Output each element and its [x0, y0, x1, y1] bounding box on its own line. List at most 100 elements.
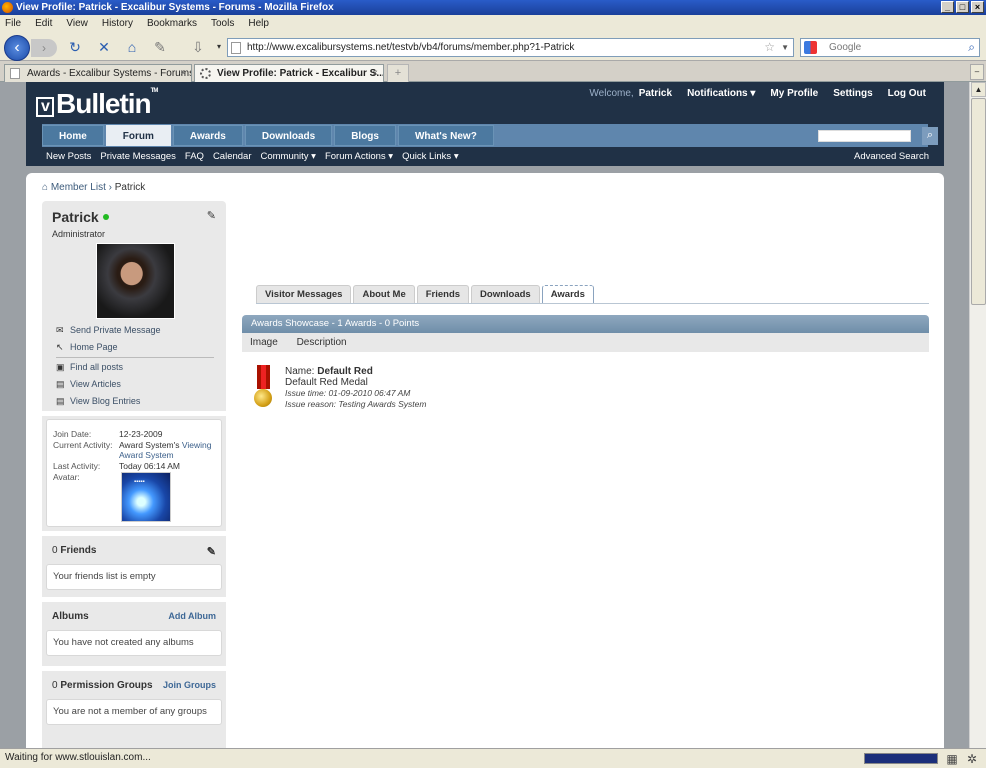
- addon-icon[interactable]: ✎: [152, 39, 168, 55]
- profile-tabs: Visitor Messages About Me Friends Downlo…: [256, 285, 594, 304]
- profile-name: Patrick: [52, 209, 99, 225]
- gear-icon[interactable]: ✲: [964, 750, 980, 766]
- menu-file[interactable]: File: [5, 15, 21, 32]
- bookmark-star-icon[interactable]: ☆: [764, 39, 775, 56]
- navtab-downloads[interactable]: Downloads: [244, 125, 333, 146]
- my-profile-link[interactable]: My Profile: [770, 88, 818, 99]
- tab-visitor-messages[interactable]: Visitor Messages: [256, 285, 352, 304]
- navtab-home[interactable]: Home: [42, 125, 104, 146]
- menu-view[interactable]: View: [66, 15, 88, 32]
- edit-pencil-icon[interactable]: ✎: [207, 545, 216, 558]
- tab-strip: Awards - Excalibur Systems - Forums - ..…: [0, 62, 986, 82]
- forward-button[interactable]: ›: [31, 39, 57, 57]
- blog-icon: ▤: [56, 396, 65, 406]
- tab-downloads[interactable]: Downloads: [471, 285, 540, 304]
- quick-links-menu[interactable]: Quick Links ▾: [402, 147, 459, 166]
- back-button[interactable]: ‹: [4, 35, 30, 61]
- url-bar[interactable]: http://www.excalibursystems.net/testvb/v…: [227, 38, 794, 57]
- award-description: Default Red Medal: [285, 377, 368, 388]
- divider: [42, 411, 226, 416]
- profile-card: Patrick ✎ Administrator ✉ Send Private Me…: [42, 201, 226, 411]
- view-articles-link[interactable]: ▤ View Articles: [56, 376, 214, 393]
- search-icon[interactable]: ⌕: [968, 39, 975, 56]
- column-image: Image: [250, 337, 278, 348]
- tab-friends[interactable]: Friends: [416, 285, 470, 304]
- forum-search-input[interactable]: [818, 130, 911, 142]
- albums-empty-message: You have not created any albums: [46, 630, 222, 656]
- albums-section: Albums Add Album You have not created an…: [42, 602, 226, 664]
- download-icon[interactable]: ⇩: [190, 39, 206, 55]
- tab-close-icon[interactable]: ×: [372, 65, 378, 82]
- forum-actions-menu[interactable]: Forum Actions ▾: [325, 147, 393, 166]
- browser-tab-profile[interactable]: View Profile: Patrick - Excalibur S... ×: [194, 64, 384, 82]
- add-album-link[interactable]: Add Album: [168, 611, 216, 621]
- tab-close-icon[interactable]: ×: [180, 65, 186, 82]
- url-dropdown-icon[interactable]: ▼: [781, 39, 789, 56]
- forum-header: v BulletinTM Welcome, Patrick Notificatio…: [26, 82, 944, 166]
- private-messages-link[interactable]: Private Messages: [100, 147, 176, 166]
- edit-pencil-icon[interactable]: ✎: [207, 209, 216, 222]
- navtab-blogs[interactable]: Blogs: [334, 125, 396, 146]
- addon-status-icon[interactable]: ▦: [944, 750, 960, 766]
- menu-bookmarks[interactable]: Bookmarks: [147, 15, 197, 32]
- calendar-link[interactable]: Calendar: [213, 147, 252, 166]
- send-private-message-link[interactable]: ✉ Send Private Message: [56, 322, 214, 339]
- search-box[interactable]: Google ⌕: [800, 38, 980, 57]
- welcome-text: Welcome,: [589, 88, 634, 99]
- menu-bar: File Edit View History Bookmarks Tools H…: [0, 15, 986, 32]
- tab-about-me[interactable]: About Me: [353, 285, 415, 304]
- navtab-whats-new[interactable]: What's New?: [397, 125, 494, 146]
- award-issue-reason: Issue reason: Testing Awards System: [285, 399, 427, 409]
- groups-count: 0: [52, 680, 58, 691]
- forum-search-icon[interactable]: ⌕: [922, 127, 938, 145]
- notifications-link[interactable]: Notifications ▾: [687, 88, 755, 99]
- navtab-awards[interactable]: Awards: [172, 125, 243, 146]
- settings-link[interactable]: Settings: [833, 88, 872, 99]
- breadcrumb-member-list[interactable]: Member List: [51, 182, 106, 193]
- page-icon: [231, 42, 241, 54]
- current-activity-text: Award System's: [119, 440, 180, 450]
- username-link[interactable]: Patrick: [639, 88, 672, 99]
- vertical-scrollbar[interactable]: ▲: [969, 82, 986, 748]
- menu-tools[interactable]: Tools: [211, 15, 234, 32]
- close-button[interactable]: ×: [971, 1, 984, 13]
- profile-picture: [96, 243, 175, 319]
- browser-tab-awards[interactable]: Awards - Excalibur Systems - Forums - ..…: [4, 64, 192, 82]
- logout-link[interactable]: Log Out: [888, 88, 926, 99]
- tab-label: View Profile: Patrick - Excalibur S...: [217, 68, 384, 79]
- google-icon[interactable]: [804, 41, 817, 54]
- join-groups-link[interactable]: Join Groups: [163, 680, 216, 690]
- friends-heading: Friends: [60, 545, 97, 556]
- community-menu[interactable]: Community ▾: [261, 147, 316, 166]
- menu-history[interactable]: History: [102, 15, 133, 32]
- posts-icon: ▣: [56, 362, 65, 372]
- awards-showcase-header: Awards Showcase - 1 Awards - 0 Points: [242, 315, 929, 333]
- home-page-link[interactable]: ↖ Home Page: [56, 339, 214, 356]
- menu-help[interactable]: Help: [248, 15, 269, 32]
- faq-link[interactable]: FAQ: [185, 147, 204, 166]
- scroll-up-icon[interactable]: ▲: [971, 82, 986, 97]
- view-blog-entries-link[interactable]: ▤ View Blog Entries: [56, 393, 214, 410]
- link-label: View Articles: [70, 379, 121, 389]
- dropdown-icon[interactable]: ▾: [211, 39, 227, 55]
- menu-edit[interactable]: Edit: [35, 15, 52, 32]
- new-posts-link[interactable]: New Posts: [46, 147, 91, 166]
- minimize-button[interactable]: _: [941, 1, 954, 13]
- find-all-posts-link[interactable]: ▣ Find all posts: [56, 359, 214, 376]
- stop-icon[interactable]: ✕: [96, 39, 112, 55]
- breadcrumb-separator-icon: ›: [108, 182, 112, 193]
- maximize-button[interactable]: □: [956, 1, 969, 13]
- tab-list-icon[interactable]: –: [970, 64, 984, 80]
- new-tab-button[interactable]: +: [387, 64, 409, 82]
- home-icon[interactable]: ⌂: [124, 39, 140, 55]
- advanced-search-link[interactable]: Advanced Search: [854, 147, 929, 166]
- scrollbar-thumb[interactable]: [971, 98, 986, 305]
- vbulletin-logo[interactable]: v BulletinTM: [36, 88, 158, 120]
- reload-icon[interactable]: ↻: [67, 39, 83, 55]
- home-icon[interactable]: ⌂: [42, 182, 48, 193]
- friends-empty-message: Your friends list is empty: [46, 564, 222, 590]
- navtab-forum[interactable]: Forum: [105, 125, 171, 146]
- groups-empty-message: You are not a member of any groups: [46, 699, 222, 725]
- tab-awards[interactable]: Awards: [541, 285, 594, 304]
- status-bar: Waiting for www.stlouislan.com... ▦ ✲: [0, 748, 986, 768]
